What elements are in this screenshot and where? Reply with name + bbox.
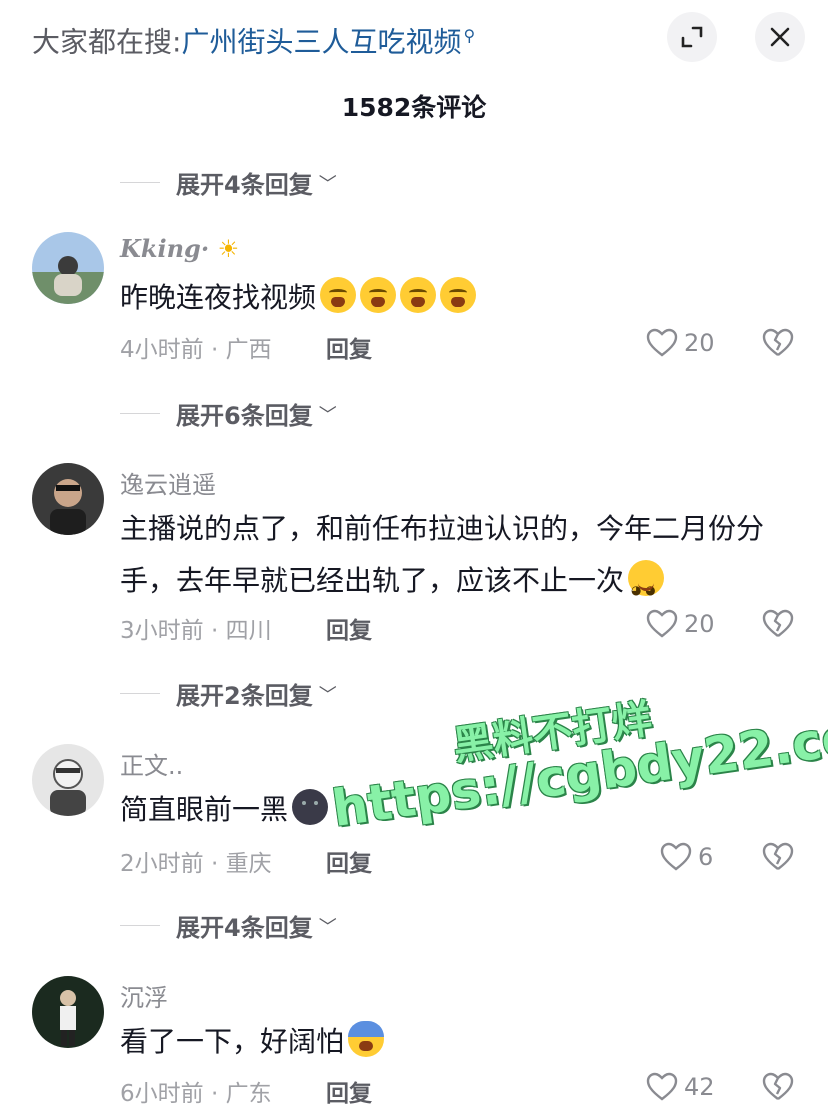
top-bar: 大家都在搜:广州街头三人互吃视频 ⚲ (0, 0, 828, 72)
dislike-button[interactable] (762, 328, 794, 362)
like-button[interactable]: 20 (646, 328, 715, 358)
chevron-down-icon: ﹀ (318, 917, 337, 938)
comment-text: 昨晚连夜找视频 (120, 272, 800, 324)
expand-button[interactable] (667, 12, 717, 62)
username-text: Kking· (120, 234, 210, 263)
time-location: 2小时前 · 重庆 (120, 851, 272, 877)
chevron-down-icon: ﹀ (318, 685, 337, 706)
reply-button[interactable]: 回复 (326, 844, 372, 878)
comment-count-title: 1582条评论 (341, 93, 487, 122)
heart-icon (646, 328, 678, 357)
comment-body: 简直眼前一黑 (120, 793, 289, 826)
heart-icon (660, 842, 692, 871)
expand-replies-label: 展开4条回复 (176, 913, 313, 942)
expand-icon (681, 26, 703, 48)
comment-text: 主播说的点了，和前任布拉迪认识的，今年二月份分手，去年早就已经出轨了，应该不止一… (120, 503, 800, 616)
close-button[interactable] (755, 12, 805, 62)
comment-body: 主播说的点了，和前任布拉迪认识的，今年二月份分手，去年早就已经出轨了，应该不止一… (120, 512, 765, 597)
divider-line (120, 412, 160, 414)
comment-item: 沉浮 看了一下，好阔怕 6小时前 · 广东 回复 42 (0, 976, 828, 1107)
expand-replies-label: 展开6条回复 (176, 401, 313, 430)
divider-line (120, 692, 160, 694)
crying-emoji-icon (400, 277, 437, 313)
username[interactable]: Kking· ☀ (120, 234, 239, 263)
like-count: 20 (684, 610, 715, 638)
like-count: 6 (698, 843, 714, 871)
dark-face-emoji-icon (292, 789, 329, 825)
dislike-button[interactable] (762, 1072, 794, 1106)
time-location: 4小时前 · 广西 (120, 337, 272, 363)
sun-icon: ☀ (217, 234, 240, 263)
comment-body: 看了一下，好阔怕 (120, 1025, 345, 1058)
close-icon (770, 27, 790, 47)
avatar[interactable] (32, 976, 104, 1048)
avatar[interactable] (32, 463, 104, 535)
comment-body: 昨晚连夜找视频 (120, 281, 317, 314)
comment-text: 看了一下，好阔怕 (120, 1016, 800, 1068)
reply-button[interactable]: 回复 (326, 611, 372, 645)
trending-query-link[interactable]: 广州街头三人互吃视频 (181, 25, 461, 58)
dislike-button[interactable] (762, 609, 794, 643)
dislike-button[interactable] (762, 842, 794, 876)
username[interactable]: 逸云逍遥 (120, 465, 216, 500)
chevron-down-icon: ﹀ (318, 405, 337, 426)
comment-item: 逸云逍遥 主播说的点了，和前任布拉迪认识的，今年二月份分手，去年早就已经出轨了，… (0, 463, 828, 653)
crying-emoji-icon (360, 277, 397, 313)
crying-emoji-icon (440, 277, 477, 313)
expand-replies-label: 展开2条回复 (176, 681, 313, 710)
search-icon: ⚲ (463, 26, 476, 45)
broken-heart-icon (762, 609, 794, 637)
heart-icon (646, 609, 678, 638)
like-count: 42 (684, 1073, 715, 1101)
fearful-emoji-icon (348, 1021, 385, 1057)
chevron-down-icon: ﹀ (318, 174, 337, 195)
trending-search-hint[interactable]: 大家都在搜:广州街头三人互吃视频 ⚲ (32, 16, 475, 62)
avatar[interactable] (32, 744, 104, 816)
crying-emoji-icon (320, 277, 357, 313)
expand-replies-button[interactable]: 展开6条回复 ﹀ (120, 393, 337, 433)
blushing-emoji-icon (628, 560, 665, 616)
expand-replies-button[interactable]: 展开4条回复 ﹀ (120, 905, 337, 945)
divider-line (120, 181, 160, 183)
avatar[interactable] (32, 232, 104, 304)
expand-replies-label: 展开4条回复 (176, 170, 313, 199)
like-button[interactable]: 20 (646, 609, 715, 639)
reply-button[interactable]: 回复 (326, 330, 372, 364)
broken-heart-icon (762, 328, 794, 356)
divider-line (120, 924, 160, 926)
comment-item: Kking· ☀ 昨晚连夜找视频 4小时前 · 广西 回复 20 (0, 232, 828, 372)
time-location: 6小时前 · 广东 (120, 1081, 272, 1107)
time-location: 3小时前 · 四川 (120, 618, 272, 644)
expand-replies-button[interactable]: 展开2条回复 ﹀ (120, 673, 337, 713)
username[interactable]: 正文.. (120, 746, 183, 781)
username[interactable]: 沉浮 (120, 978, 168, 1013)
broken-heart-icon (762, 842, 794, 870)
reply-button[interactable]: 回复 (326, 1074, 372, 1108)
trending-prefix: 大家都在搜: (32, 25, 182, 59)
like-count: 20 (684, 329, 715, 357)
expand-replies-button[interactable]: 展开4条回复 ﹀ (120, 162, 337, 202)
like-button[interactable]: 6 (660, 842, 713, 872)
